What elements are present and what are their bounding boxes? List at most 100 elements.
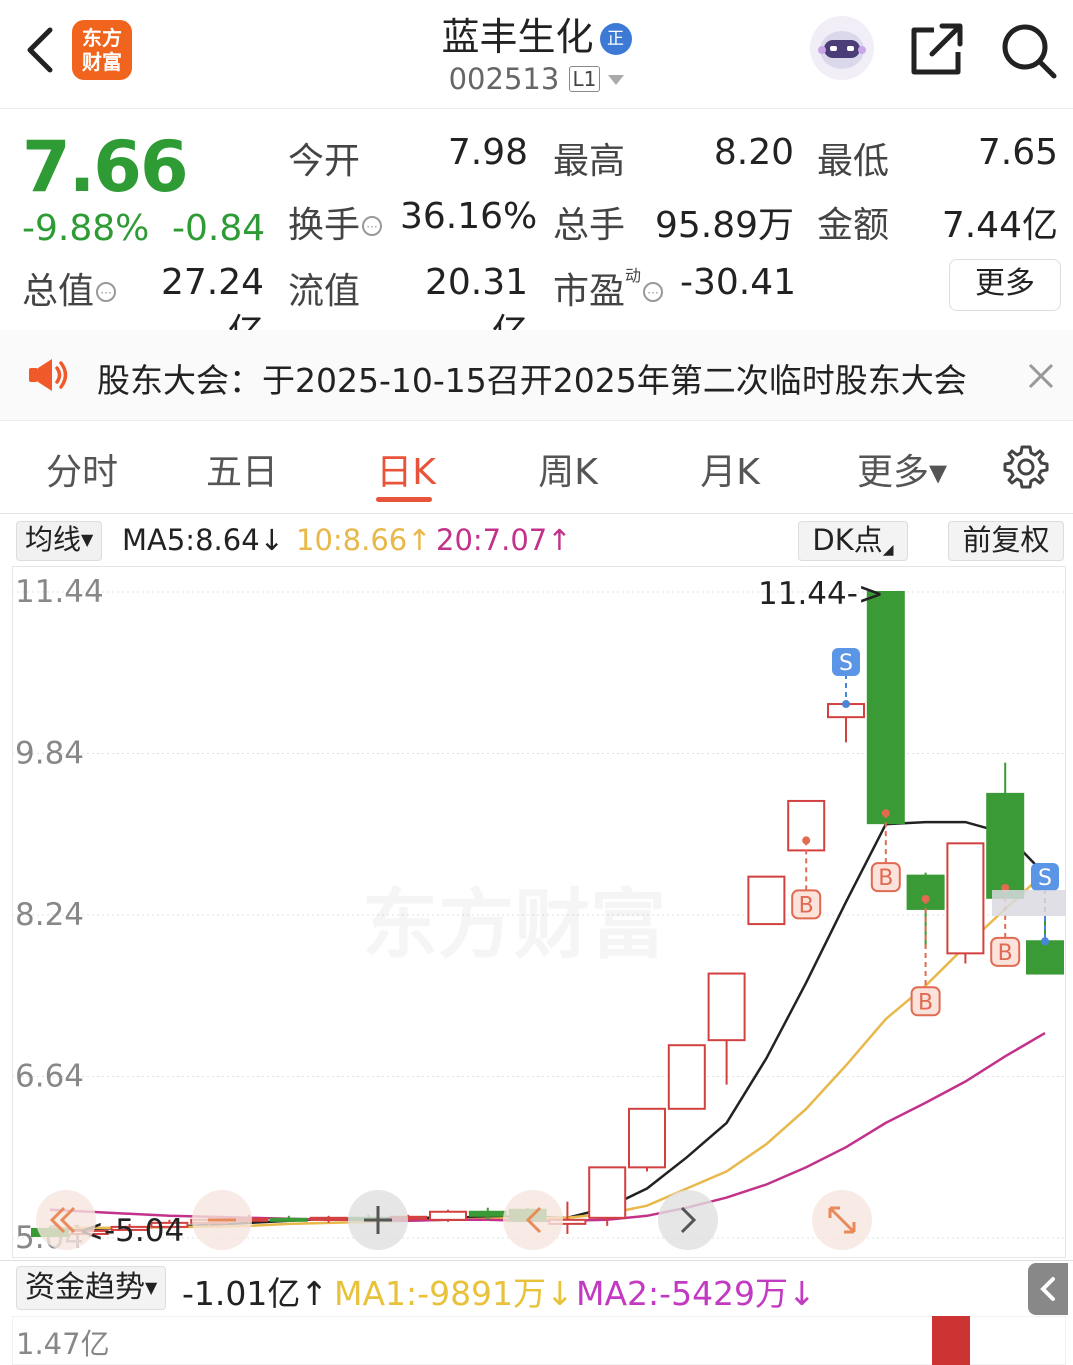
signal-dot bbox=[921, 894, 930, 903]
pe-dynamic-sup: 动 bbox=[625, 266, 642, 285]
candle-body bbox=[707, 972, 746, 1042]
buy-signal-label: B bbox=[998, 941, 1013, 966]
signal-dot bbox=[881, 809, 890, 818]
fullscreen-control[interactable] bbox=[812, 1190, 872, 1250]
change-percent: -9.88% bbox=[22, 208, 150, 249]
candle-body bbox=[429, 1210, 467, 1221]
ma20-value: 20:7.07↑ bbox=[436, 523, 572, 557]
step-left-control[interactable] bbox=[503, 1190, 563, 1250]
candle-body bbox=[747, 875, 786, 926]
low-value: 7.65 bbox=[977, 132, 1058, 173]
dk-point-label: DK点 bbox=[812, 523, 883, 557]
low-label: 最低 bbox=[817, 141, 890, 182]
ma-select-label: 均线 bbox=[25, 523, 82, 556]
max-price-marker: 11.44-> bbox=[758, 576, 884, 612]
certified-badge: 正 bbox=[599, 23, 632, 55]
y-tick-label: 11.44 bbox=[15, 574, 104, 610]
candle-body bbox=[866, 591, 905, 825]
gear-icon[interactable] bbox=[1002, 443, 1050, 491]
speaker-icon bbox=[29, 359, 68, 391]
fund-ma2-value: MA2:-5429万↓ bbox=[576, 1274, 816, 1313]
caret-down-icon: ▼ bbox=[81, 530, 94, 549]
level-badge: L1 bbox=[568, 66, 601, 92]
turnover-label-text: 换手 bbox=[288, 205, 361, 246]
fund-ma1-value: MA1:-9891万↓ bbox=[334, 1274, 574, 1313]
float-cap-label: 流值 bbox=[288, 271, 361, 312]
tab-more[interactable]: 更多▾ bbox=[832, 443, 972, 495]
step-right-control[interactable] bbox=[658, 1190, 718, 1250]
candle-body bbox=[309, 1216, 348, 1221]
chevron-left-icon bbox=[1040, 1277, 1055, 1301]
caret-down-icon: ▼ bbox=[145, 1278, 158, 1297]
market-cap-label-text: 总值 bbox=[22, 271, 95, 312]
pe-label-text: 市盈 bbox=[553, 271, 626, 312]
robot-assistant-icon[interactable] bbox=[808, 14, 876, 82]
fund-flow-bar: 资金趋势▼ -1.01亿↑ MA1:-9891万↓ MA2:-5429万↓ bbox=[0, 1260, 1073, 1317]
dk-point-button[interactable]: DK点◢ bbox=[798, 521, 908, 561]
tab-monthly-k[interactable]: 月K bbox=[660, 443, 800, 495]
ma-indicator-bar: 均线▼ MA5:8.64↓ 10:8.66↑ 20:7.07↑ DK点◢ 前复权 bbox=[0, 513, 1073, 565]
fund-flow-chart: 1.47亿 bbox=[12, 1316, 1066, 1365]
tab-weekly-k[interactable]: 周K bbox=[498, 443, 638, 495]
pe-label[interactable]: 市盈动··· bbox=[553, 262, 664, 314]
signal-dot bbox=[1041, 937, 1049, 946]
zoom-in-control[interactable] bbox=[348, 1190, 408, 1250]
signal-dot bbox=[842, 700, 850, 709]
ma-select[interactable]: 均线▼ bbox=[16, 521, 103, 561]
fund-trend-select[interactable]: 资金趋势▼ bbox=[16, 1266, 167, 1310]
period-tabs: 分时 五日 日K 周K 月K 更多▾ bbox=[0, 421, 1073, 514]
watermark: 东方财富 bbox=[362, 880, 666, 969]
scroll-left-control[interactable] bbox=[36, 1190, 96, 1250]
prev-candle-control[interactable] bbox=[192, 1190, 252, 1250]
buy-signal-label: B bbox=[918, 990, 933, 1015]
candle-body bbox=[269, 1217, 308, 1222]
tab-intraday[interactable]: 分时 bbox=[12, 443, 152, 495]
turnover-value: 36.16% bbox=[400, 196, 538, 237]
more-dots-icon[interactable]: ··· bbox=[643, 282, 664, 302]
chevron-down-icon[interactable] bbox=[608, 75, 625, 85]
more-button[interactable]: 更多 bbox=[949, 259, 1061, 311]
ma5-value: MA5:8.64↓ bbox=[122, 523, 284, 557]
fund-trend-label: 资金趋势 bbox=[25, 1270, 145, 1305]
high-label: 最高 bbox=[553, 141, 626, 182]
more-dots-icon[interactable]: ··· bbox=[362, 216, 383, 236]
candle-body bbox=[1026, 940, 1064, 975]
high-value: 8.20 bbox=[713, 132, 794, 173]
tab-five-day[interactable]: 五日 bbox=[172, 443, 312, 495]
candle-body bbox=[667, 1044, 706, 1110]
candle-body bbox=[628, 1107, 666, 1169]
amount-label: 金额 bbox=[817, 205, 890, 246]
more-dots-icon[interactable]: ··· bbox=[96, 282, 117, 302]
candle-body bbox=[906, 874, 945, 910]
stock-name: 蓝丰生化 bbox=[441, 15, 594, 59]
turnover-label[interactable]: 换手 ··· bbox=[288, 196, 383, 248]
candle-body bbox=[946, 842, 985, 955]
open-value: 7.98 bbox=[447, 132, 528, 173]
amount-value: 7.44亿 bbox=[941, 205, 1058, 246]
pe-value: -30.41 bbox=[680, 262, 797, 303]
notice-text[interactable]: 股东大会：于2025-10-15召开2025年第二次临时股东大会 bbox=[97, 354, 967, 402]
market-cap-label[interactable]: 总值 ··· bbox=[22, 262, 117, 314]
fund-trend-value: -1.01亿↑ bbox=[182, 1274, 329, 1313]
tab-daily-k[interactable]: 日K bbox=[336, 443, 476, 495]
candle-body bbox=[986, 792, 1025, 899]
share-icon[interactable] bbox=[908, 22, 966, 78]
kline-chart[interactable]: 东方财富 11.449.848.246.645.04 SBBBBS 11.44-… bbox=[12, 566, 1066, 1258]
buy-signal-label: B bbox=[878, 866, 893, 891]
open-label: 今开 bbox=[288, 141, 361, 182]
ma-line-20 bbox=[49, 1032, 1046, 1223]
top-navigation-bar: 东方财富 蓝丰生化正 002513 L1 bbox=[0, 0, 1073, 109]
adjust-price-button[interactable]: 前复权 bbox=[948, 521, 1064, 561]
y-tick-label: 8.24 bbox=[15, 897, 84, 933]
notice-bar[interactable]: 股东大会：于2025-10-15召开2025年第二次临时股东大会 bbox=[0, 330, 1073, 421]
price-line-tag bbox=[992, 890, 1066, 916]
volume-value: 95.89万 bbox=[654, 205, 794, 246]
current-price: 7.66 bbox=[22, 126, 189, 208]
search-icon[interactable] bbox=[1000, 22, 1058, 80]
quote-panel: 7.66 -9.88% -0.84 今开 7.98 最高 8.20 最低 7.6… bbox=[0, 108, 1073, 353]
ma10-value: 10:8.66↑ bbox=[296, 523, 432, 557]
close-icon[interactable] bbox=[1027, 362, 1055, 390]
y-tick-label: 6.64 bbox=[15, 1059, 84, 1095]
collapse-panel-button[interactable] bbox=[1028, 1263, 1068, 1315]
corner-triangle-icon: ◢ bbox=[882, 542, 894, 558]
